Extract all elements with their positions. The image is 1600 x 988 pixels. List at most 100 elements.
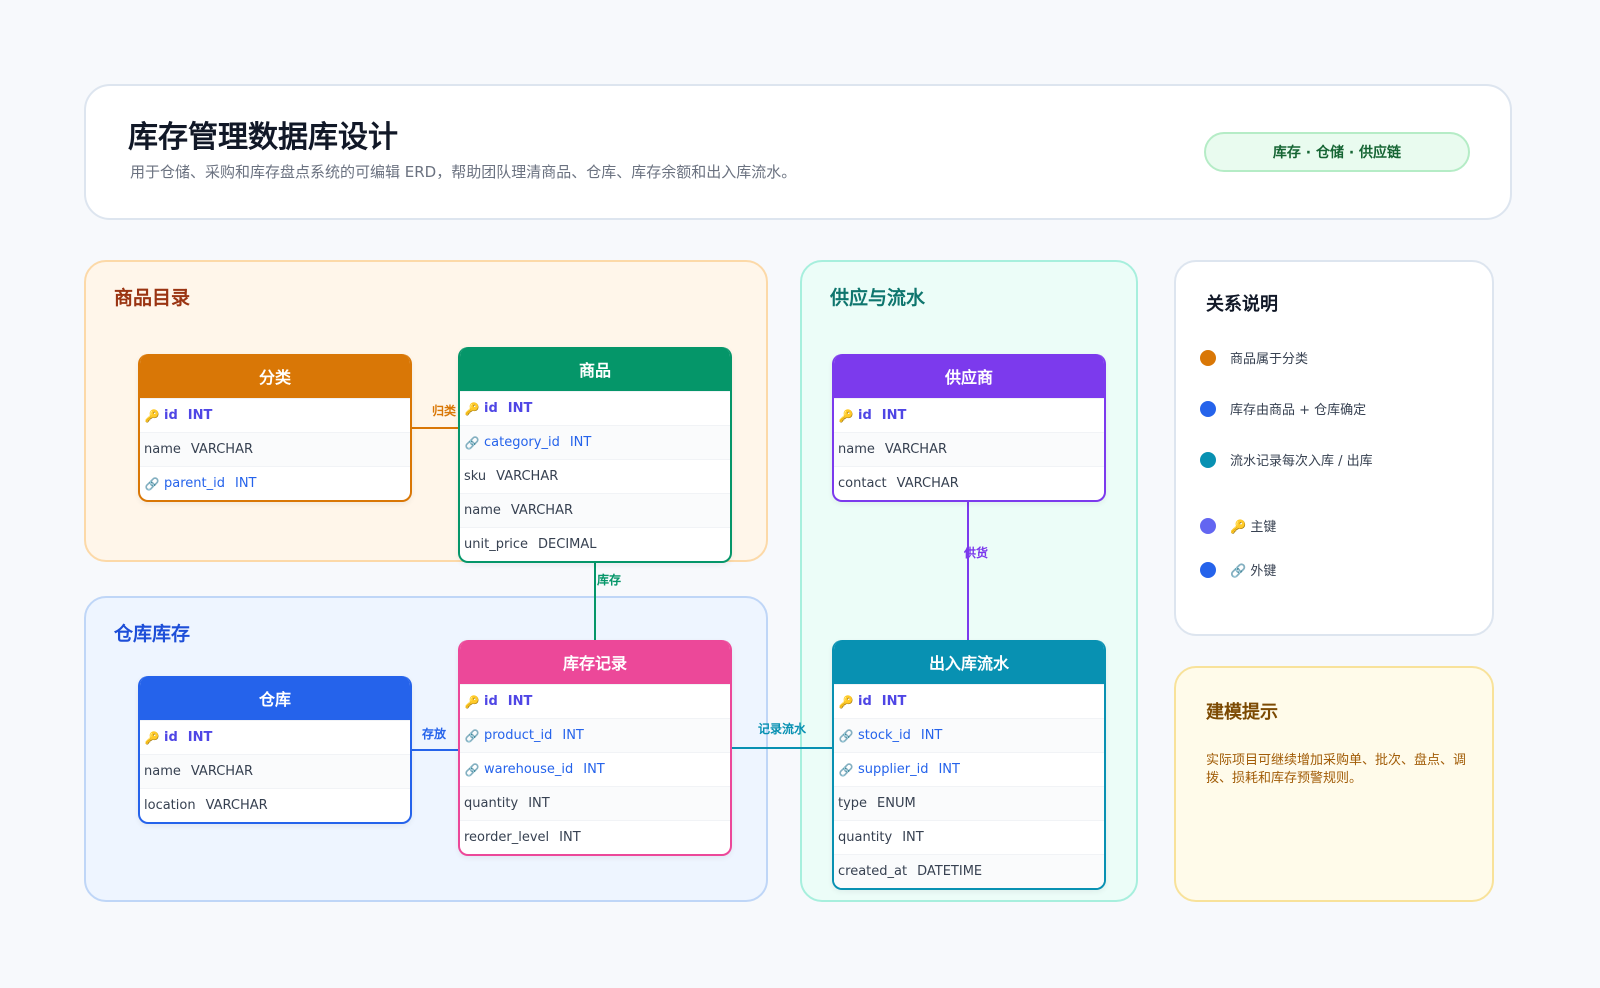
field-name: category_id <box>484 435 560 450</box>
legend-item: 流水记录每次入库 / 出库 <box>1200 450 1373 469</box>
tip-text: 实际项目可继续增加采购单、批次、盘点、调拨、损耗和库存预警规则。 <box>1206 753 1467 786</box>
field-row[interactable]: name VARCHAR <box>460 493 730 527</box>
field-row[interactable]: 🔗 product_id INT <box>460 718 730 752</box>
field-row[interactable]: 🔑 id INT <box>460 684 730 718</box>
entity-movement[interactable]: 出入库流水 🔑 id INT 🔗 stock_id INT 🔗 supplier_id INT ty… <box>832 640 1106 890</box>
field-type: INT <box>234 476 257 491</box>
entity-title: 出入库流水 <box>834 640 1104 684</box>
field-row[interactable]: 🔗 parent_id INT <box>140 466 410 500</box>
field-name: unit_price <box>464 537 529 552</box>
field-type: VARCHAR <box>896 476 959 491</box>
relation-label-log: 记录流水 <box>758 722 807 736</box>
erd-canvas: 库存管理数据库设计 用于仓储、采购和库存盘点系统的可编辑 ERD，帮助团队理清商… <box>0 0 1600 988</box>
field-row[interactable]: 🔗 supplier_id INT <box>834 752 1104 786</box>
field-name: sku <box>464 469 487 484</box>
field-row[interactable]: 🔑 id INT <box>460 391 730 425</box>
field-row[interactable]: sku VARCHAR <box>460 459 730 493</box>
field-name: created_at <box>838 864 908 879</box>
field-name: product_id <box>484 728 553 743</box>
field-row[interactable]: name VARCHAR <box>140 754 410 788</box>
link-icon: 🔗 <box>464 762 480 777</box>
field-name: location <box>144 798 196 813</box>
legend-text: 🔑 主键 <box>1230 520 1277 535</box>
field-type: DECIMAL <box>538 537 597 552</box>
field-name: reorder_level <box>464 830 550 845</box>
entity-stock[interactable]: 库存记录 🔑 id INT 🔗 product_id INT 🔗 warehouse_id INT… <box>458 640 732 856</box>
field-row[interactable]: type ENUM <box>834 786 1104 820</box>
legend-item: 🔑 主键 <box>1200 516 1276 535</box>
field-row[interactable]: 🔗 category_id INT <box>460 425 730 459</box>
link-icon: 🔗 <box>838 762 854 777</box>
field-type: INT <box>881 408 907 423</box>
field-type: INT <box>583 762 605 777</box>
field-row[interactable]: 🔑 id INT <box>834 684 1104 718</box>
field-row[interactable]: name VARCHAR <box>140 432 410 466</box>
entity-category[interactable]: 分类 🔑 id INT name VARCHAR 🔗 parent_id INT <box>138 354 412 502</box>
entity-title: 分类 <box>140 354 410 398</box>
entity-title: 库存记录 <box>460 640 730 684</box>
field-type: INT <box>569 435 592 450</box>
field-name: name <box>838 442 875 457</box>
legend-item: 🔗 外键 <box>1200 560 1276 579</box>
entity-product[interactable]: 商品 🔑 id INT 🔗 category_id INT sku VARCHAR name VAR… <box>458 347 732 563</box>
key-icon: 🔑 <box>464 401 480 416</box>
field-row[interactable]: reorder_level INT <box>460 820 730 854</box>
field-name: id <box>858 694 872 709</box>
field-type: VARCHAR <box>205 798 268 813</box>
field-row[interactable]: 🔗 stock_id INT <box>834 718 1104 752</box>
field-type: INT <box>187 408 213 423</box>
key-icon: 🔑 <box>144 408 160 423</box>
field-name: name <box>144 442 181 457</box>
legend-dot <box>1200 400 1216 417</box>
field-name: name <box>464 503 501 518</box>
field-name: quantity <box>464 796 519 811</box>
key-icon: 🔑 <box>838 694 854 709</box>
field-name: id <box>164 408 178 423</box>
entity-warehouse[interactable]: 仓库 🔑 id INT name VARCHAR location VARCHAR <box>138 676 412 824</box>
field-row[interactable]: created_at DATETIME <box>834 854 1104 888</box>
field-type: INT <box>187 730 213 745</box>
legend-dot <box>1200 349 1216 366</box>
field-type: INT <box>881 694 907 709</box>
field-row[interactable]: name VARCHAR <box>834 432 1104 466</box>
field-name: supplier_id <box>858 762 929 777</box>
key-icon: 🔑 <box>464 694 480 709</box>
field-type: INT <box>920 728 943 743</box>
field-row[interactable]: location VARCHAR <box>140 788 410 822</box>
field-name: id <box>484 694 498 709</box>
relation-label-belongs: 归类 <box>432 404 457 418</box>
field-name: parent_id <box>164 476 225 491</box>
entity-title: 商品 <box>460 347 730 391</box>
legend-dot <box>1200 451 1216 468</box>
legend-text: 流水记录每次入库 / 出库 <box>1230 454 1373 469</box>
field-row[interactable]: unit_price DECIMAL <box>460 527 730 561</box>
field-name: contact <box>838 476 887 491</box>
field-name: id <box>858 408 872 423</box>
modeling-tip-card: 建模提示 实际项目可继续增加采购单、批次、盘点、调拨、损耗和库存预警规则。 <box>1174 666 1494 902</box>
field-type: INT <box>507 694 533 709</box>
field-type: VARCHAR <box>510 503 573 518</box>
key-icon: 🔑 <box>144 730 160 745</box>
field-type: INT <box>902 830 924 845</box>
relation-label-supply: 供货 <box>964 546 989 560</box>
entity-title: 仓库 <box>140 676 410 720</box>
entity-supplier[interactable]: 供应商 🔑 id INT name VARCHAR contact VARCHAR <box>832 354 1106 502</box>
field-name: quantity <box>838 830 893 845</box>
link-icon: 🔗 <box>464 728 480 743</box>
field-name: type <box>838 796 868 811</box>
field-type: INT <box>528 796 550 811</box>
field-row[interactable]: 🔑 id INT <box>140 398 410 432</box>
field-name: stock_id <box>858 728 911 743</box>
field-type: ENUM <box>877 796 916 811</box>
link-icon: 🔗 <box>838 728 854 743</box>
field-row[interactable]: quantity INT <box>834 820 1104 854</box>
field-type: INT <box>562 728 584 743</box>
legend-item: 库存由商品 + 仓库确定 <box>1200 399 1366 418</box>
legend-dot <box>1200 561 1216 578</box>
field-row[interactable]: contact VARCHAR <box>834 466 1104 500</box>
link-icon: 🔗 <box>464 435 480 450</box>
field-row[interactable]: 🔑 id INT <box>140 720 410 754</box>
field-row[interactable]: 🔗 warehouse_id INT <box>460 752 730 786</box>
field-row[interactable]: quantity INT <box>460 786 730 820</box>
field-row[interactable]: 🔑 id INT <box>834 398 1104 432</box>
